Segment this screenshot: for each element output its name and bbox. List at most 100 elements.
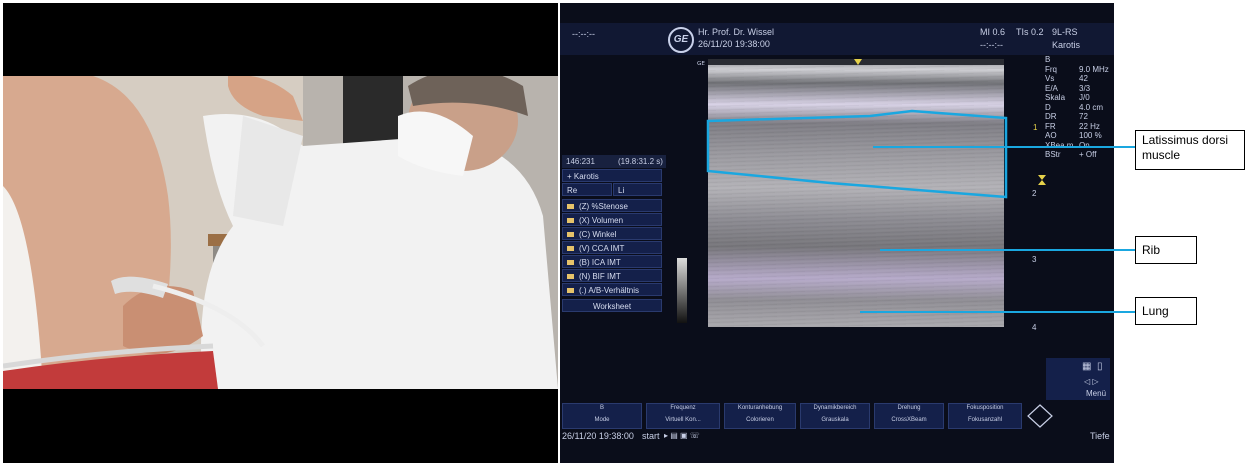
- operator-name: Hr. Prof. Dr. Wissel: [698, 27, 775, 37]
- time-placeholder: --:--:--: [980, 40, 1003, 50]
- control-tab-top-label: Drehung: [897, 405, 921, 411]
- scan-param-key: Frq: [1045, 64, 1057, 74]
- scan-param-value: + Off: [1079, 150, 1097, 159]
- folder-icon: [567, 274, 574, 280]
- scan-param-key: DR: [1045, 112, 1057, 121]
- depth-tick-3: 3: [1032, 255, 1037, 264]
- control-tab[interactable]: B Mode: [562, 403, 642, 429]
- control-tab-bottom-label: Mode: [594, 417, 610, 423]
- scan-param-value: 72: [1079, 112, 1088, 121]
- control-tab-top-label: Konturanhebung: [737, 405, 783, 411]
- scan-param-row: D 4.0 cm: [1045, 103, 1115, 112]
- scan-param-row: DR 72: [1045, 112, 1115, 121]
- side-li-button[interactable]: Li: [613, 183, 662, 196]
- control-tab-bottom-label: Virtuell Kon...: [665, 417, 701, 423]
- control-tab-top-label: B: [599, 405, 604, 411]
- scan-param-value: 9.0 MHz: [1079, 64, 1109, 74]
- cursor-coords: 146:231: [566, 157, 595, 166]
- folder-icon: [567, 260, 574, 266]
- menu-label[interactable]: Menü: [1086, 389, 1106, 398]
- scan-param-row: BStr + Off: [1045, 150, 1115, 159]
- header-datetime: 26/11/20 19:38:00: [698, 39, 770, 49]
- control-tab[interactable]: Fokusposition Fokusanzahl: [948, 403, 1022, 429]
- depth-tick-4: 4: [1032, 323, 1037, 332]
- scan-param-value: 22 Hz: [1079, 121, 1100, 131]
- menu-arrows-icon[interactable]: ◁ ▷: [1084, 377, 1099, 386]
- preset-name: Karotis: [1052, 40, 1081, 50]
- menu-item-label: (.) A/B-Verhältnis: [579, 286, 640, 295]
- mi-value: MI 0.6: [980, 27, 1006, 37]
- menu-item-label: (B) ICA IMT: [579, 258, 621, 267]
- scan-param-value: 100 %: [1079, 131, 1102, 140]
- menu-item[interactable]: (V) CCA IMT: [562, 241, 662, 254]
- scan-param-row: XBea m On: [1045, 141, 1115, 150]
- folder-icon: [567, 218, 574, 224]
- status-datetime: 26/11/20 19:38:00: [562, 431, 634, 441]
- scan-param-row: B: [1045, 55, 1115, 64]
- grayscale-bar: [677, 258, 687, 323]
- ultrasound-screen: --:--:-- GE Hr. Prof. Dr. Wissel 26/11/2…: [560, 3, 1114, 463]
- control-tab-bottom-label: Fokusanzahl: [967, 417, 1003, 423]
- scan-param-value: 3/3: [1079, 83, 1091, 93]
- scan-param-value: J/0: [1079, 93, 1090, 102]
- svg-text:ᴳᴱ: ᴳᴱ: [697, 61, 705, 71]
- control-tab[interactable]: Dynamikbereich Grauskala: [800, 403, 870, 429]
- start-label[interactable]: start: [642, 431, 660, 441]
- scan-param-value: 42: [1079, 74, 1088, 83]
- control-tab-top-label: Frequenz: [670, 405, 696, 411]
- folder-icon: [567, 246, 574, 252]
- scan-param-value: On: [1079, 140, 1090, 150]
- menu-item[interactable]: (Z) %Stenose: [562, 199, 662, 212]
- control-tab[interactable]: Konturanhebung Colorieren: [724, 403, 796, 429]
- menu-item[interactable]: (B) ICA IMT: [562, 255, 662, 268]
- menu-item-label: (X) Volumen: [579, 216, 624, 225]
- scan-param-row: Frq 9.0 MHz: [1045, 65, 1115, 74]
- folder-icon: [567, 232, 574, 238]
- tiefe-label: Tiefe: [1090, 431, 1110, 441]
- worksheet-button[interactable]: Worksheet: [562, 299, 662, 312]
- muscle-outline: [706, 109, 1008, 199]
- probe-name: 9L-RS: [1052, 27, 1078, 37]
- scan-param-row: Skala J/0: [1045, 93, 1115, 102]
- navigation-diamond-icon[interactable]: [1026, 403, 1054, 429]
- tis-value: TIs 0.2: [1016, 27, 1044, 37]
- menu-item[interactable]: (C) Winkel: [562, 227, 662, 240]
- scan-param-key: B: [1045, 55, 1051, 64]
- control-tab-bottom-label: CrossXBeam: [891, 417, 927, 423]
- examination-scene: [3, 76, 558, 389]
- scan-param-row: FR 22 Hz: [1045, 122, 1115, 131]
- focus-triangle-icon: [854, 59, 862, 65]
- scan-param-key: XBea m: [1045, 140, 1074, 150]
- menu-item-label: (C) Winkel: [579, 230, 617, 239]
- scan-param-row: AO 100 %: [1045, 131, 1115, 140]
- scan-param-key: Skala: [1045, 93, 1066, 102]
- scan-param-key: Vs: [1045, 74, 1055, 83]
- menu-item[interactable]: (N) BIF IMT: [562, 269, 662, 282]
- scan-param-key: BStr: [1045, 150, 1061, 159]
- control-tab-bottom-label: Colorieren: [746, 417, 774, 423]
- menu-item[interactable]: (X) Volumen: [562, 213, 662, 226]
- menu-item-label: (Z) %Stenose: [579, 202, 628, 211]
- lung-label: Lung: [1135, 297, 1197, 325]
- side-re-button[interactable]: Re: [562, 183, 612, 196]
- focus-marker: 1: [1033, 123, 1038, 132]
- menu-item[interactable]: (.) A/B-Verhältnis: [562, 283, 662, 296]
- scan-param-row: E/A 3/3: [1045, 84, 1115, 93]
- depth-tick-2: 2: [1032, 189, 1037, 198]
- control-tab-top-label: Fokusposition: [966, 405, 1004, 411]
- scan-param-value: 4.0 cm: [1079, 102, 1104, 112]
- grid-icon: ▦: [1082, 361, 1092, 372]
- examination-photo: [3, 76, 558, 389]
- top-left-placeholder: --:--:--: [572, 29, 595, 39]
- folder-icon: [567, 288, 574, 294]
- control-tab[interactable]: Drehung CrossXBeam: [874, 403, 944, 429]
- control-tab[interactable]: Frequenz Virtuell Kon...: [646, 403, 720, 429]
- status-icons: ▸ ▤ ▣ ☏: [664, 431, 700, 440]
- cine-time: (19.8:31.2 s): [618, 157, 663, 166]
- mode-icon: ▯: [1097, 361, 1103, 372]
- scan-param-key: FR: [1045, 121, 1056, 131]
- rib-pointer: [880, 249, 1135, 251]
- ge-logo: GE: [668, 27, 694, 53]
- latissimus-label: Latissimus dorsi muscle: [1135, 130, 1245, 170]
- lung-pointer: [860, 311, 1135, 313]
